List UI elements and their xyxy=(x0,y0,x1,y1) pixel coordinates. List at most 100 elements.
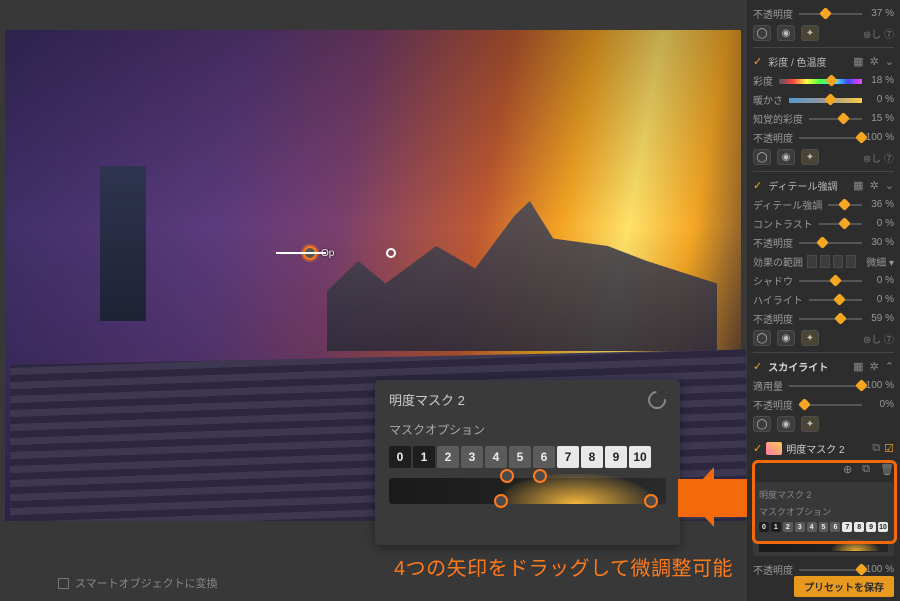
duplicate-icon[interactable]: ⧉ xyxy=(872,442,880,455)
check-icon[interactable]: ✓ xyxy=(753,360,762,373)
mask-btn-icon[interactable]: ▦ xyxy=(853,179,863,192)
zone-7[interactable]: 7 xyxy=(557,446,579,468)
adjustment-pin[interactable]: Op xyxy=(303,246,396,260)
section-skylight-header[interactable]: ✓ スカイライト ▦✲⌃ xyxy=(753,352,894,374)
detail-value: 36 % xyxy=(868,199,894,210)
contrast-slider[interactable] xyxy=(819,220,862,228)
section-detail-header[interactable]: ✓ ディテール強調 ▦✲⌄ xyxy=(753,171,894,193)
zone-0[interactable]: 0 xyxy=(389,446,411,468)
opacity4-slider[interactable] xyxy=(799,315,862,323)
mz-6[interactable]: 6 xyxy=(830,522,840,532)
opacity-slider[interactable] xyxy=(799,10,862,18)
eye-icon[interactable]: ◉ xyxy=(777,25,795,41)
canvas-area: Op 明度マスク 2 マスクオプション 0 1 2 3 4 5 6 7 8 9 xyxy=(0,0,747,601)
mz-3[interactable]: 3 xyxy=(795,522,805,532)
zone-5[interactable]: 5 xyxy=(509,446,531,468)
mz-8[interactable]: 8 xyxy=(854,522,864,532)
zone-10[interactable]: 10 xyxy=(629,446,651,468)
brush-icon[interactable]: ✦ xyxy=(801,25,819,41)
brush-icon[interactable]: ✦ xyxy=(801,416,819,432)
zone-8[interactable]: 8 xyxy=(581,446,603,468)
help-text[interactable]: ⊛し ⑦ xyxy=(863,26,894,41)
detail-label: ディテール強調 xyxy=(753,197,822,212)
opacity-value: 37 % xyxy=(868,8,894,19)
mask-circle-icon[interactable]: ◯ xyxy=(753,25,771,41)
range-opt[interactable] xyxy=(846,255,856,268)
chevron-down-icon[interactable]: ⌄ xyxy=(885,179,894,192)
bottom-opacity-slider[interactable] xyxy=(799,566,860,574)
mini-mask-bar[interactable] xyxy=(759,542,888,552)
mask-handle-bottom-left[interactable] xyxy=(494,494,508,508)
mz-7[interactable]: 7 xyxy=(842,522,852,532)
add-mask-icon[interactable]: ⊕ xyxy=(843,463,852,476)
mask-btn-icon[interactable]: ▦ xyxy=(853,55,863,68)
help-icon[interactable]: ⊛し ⑦ xyxy=(863,150,894,165)
brush-icon[interactable]: ✦ xyxy=(801,330,819,346)
zone-3[interactable]: 3 xyxy=(461,446,483,468)
chevron-down-icon[interactable]: ⌄ xyxy=(885,55,894,68)
check-icon[interactable]: ✓ xyxy=(753,442,762,455)
zone-2[interactable]: 2 xyxy=(437,446,459,468)
mask-name: 明度マスク 2 xyxy=(786,441,868,456)
highlight-slider[interactable] xyxy=(809,296,862,304)
mz-4[interactable]: 4 xyxy=(807,522,817,532)
warmth-slider[interactable] xyxy=(789,96,862,104)
mask-circle-icon[interactable]: ◯ xyxy=(753,330,771,346)
gear-icon[interactable]: ✲ xyxy=(870,360,879,373)
mask-handle-top-right[interactable] xyxy=(533,469,547,483)
pin-end-icon[interactable] xyxy=(386,248,396,258)
opacity3-slider[interactable] xyxy=(799,239,862,247)
mask-circle-icon[interactable]: ◯ xyxy=(753,416,771,432)
visibility-checkbox[interactable]: ☑ xyxy=(884,442,894,455)
help-icon[interactable]: ⊛し ⑦ xyxy=(863,331,894,346)
eye-icon[interactable]: ◉ xyxy=(777,416,795,432)
opacity5-slider[interactable] xyxy=(799,401,862,409)
vibrance-label: 知覚的彩度 xyxy=(753,111,803,126)
chevron-up-icon[interactable]: ⌃ xyxy=(885,360,894,373)
eye-icon[interactable]: ◉ xyxy=(777,149,795,165)
range-opt[interactable] xyxy=(820,255,830,268)
zone-1[interactable]: 1 xyxy=(413,446,435,468)
vibrance-slider[interactable] xyxy=(809,115,862,123)
gear-icon[interactable]: ✲ xyxy=(870,179,879,192)
mz-0[interactable]: 0 xyxy=(759,522,769,532)
gear-icon[interactable]: ✲ xyxy=(870,55,879,68)
mask-list-item[interactable]: ✓ 明度マスク 2 ⧉ ☑ xyxy=(753,438,894,459)
mask-circle-icon[interactable]: ◯ xyxy=(753,149,771,165)
zone-4[interactable]: 4 xyxy=(485,446,507,468)
zone-9[interactable]: 9 xyxy=(605,446,627,468)
convert-smart-object[interactable]: スマートオブジェクトに変換 xyxy=(58,575,218,591)
check-icon[interactable]: ✓ xyxy=(753,179,762,192)
opacity2-slider[interactable] xyxy=(799,134,860,142)
zone-6[interactable]: 6 xyxy=(533,446,555,468)
mask-btn-icon[interactable]: ▦ xyxy=(853,360,863,373)
amount-slider[interactable] xyxy=(789,382,860,390)
delete-mask-icon[interactable]: 🗑 xyxy=(880,463,894,476)
check-icon[interactable]: ✓ xyxy=(753,55,762,68)
eye-icon[interactable]: ◉ xyxy=(777,330,795,346)
checkbox-icon[interactable] xyxy=(58,578,69,589)
save-preset-button[interactable]: プリセットを保存 xyxy=(794,576,894,597)
range-opt[interactable] xyxy=(807,255,817,268)
brush-icon[interactable]: ✦ xyxy=(801,149,819,165)
reset-icon[interactable] xyxy=(644,387,669,412)
warmth-value: 0 % xyxy=(868,94,894,105)
mask-handle-top-left[interactable] xyxy=(500,469,514,483)
range-opt[interactable] xyxy=(833,255,843,268)
mz-5[interactable]: 5 xyxy=(819,522,829,532)
mz-9[interactable]: 9 xyxy=(866,522,876,532)
copy-mask-icon[interactable]: ⧉ xyxy=(862,463,870,476)
mask-range-bar[interactable] xyxy=(389,478,666,504)
opacity5-label: 不透明度 xyxy=(753,397,793,412)
shadow-slider[interactable] xyxy=(799,277,862,285)
mz-10[interactable]: 10 xyxy=(878,522,888,532)
mz-1[interactable]: 1 xyxy=(771,522,781,532)
saturation-slider[interactable] xyxy=(779,77,862,85)
range-dropdown[interactable]: 微細 ▾ xyxy=(860,254,894,269)
mz-2[interactable]: 2 xyxy=(783,522,793,532)
shadow-value: 0 % xyxy=(868,275,894,286)
opacity2-label: 不透明度 xyxy=(753,130,793,145)
detail-slider[interactable] xyxy=(828,201,862,209)
section-saturation-header[interactable]: ✓ 彩度 / 色温度 ▦✲⌄ xyxy=(753,47,894,69)
contrast-value: 0 % xyxy=(868,218,894,229)
